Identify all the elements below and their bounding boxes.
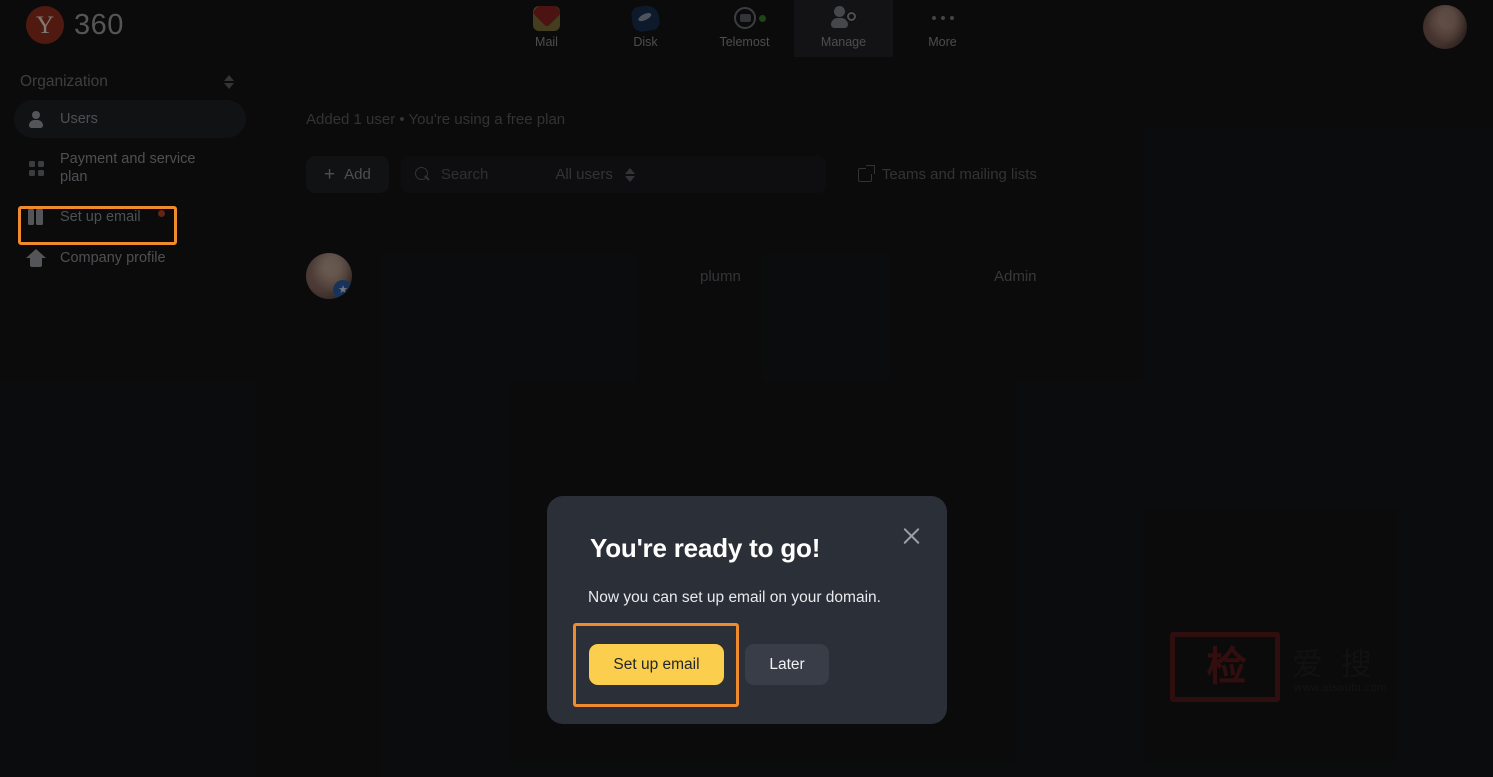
page-title: You're ready to go! [590,533,821,563]
close-icon[interactable] [899,524,923,548]
later-button[interactable]: Later [745,644,829,685]
dialog-body-text: Now you can set up email on your domain. [588,589,881,606]
set-up-email-button[interactable]: Set up email [589,644,724,685]
ready-to-go-dialog: You're ready to go! Now you can set up e… [547,496,947,724]
app-root: Y 360 Mail Disk Telemost Manage More Org… [0,0,1493,777]
